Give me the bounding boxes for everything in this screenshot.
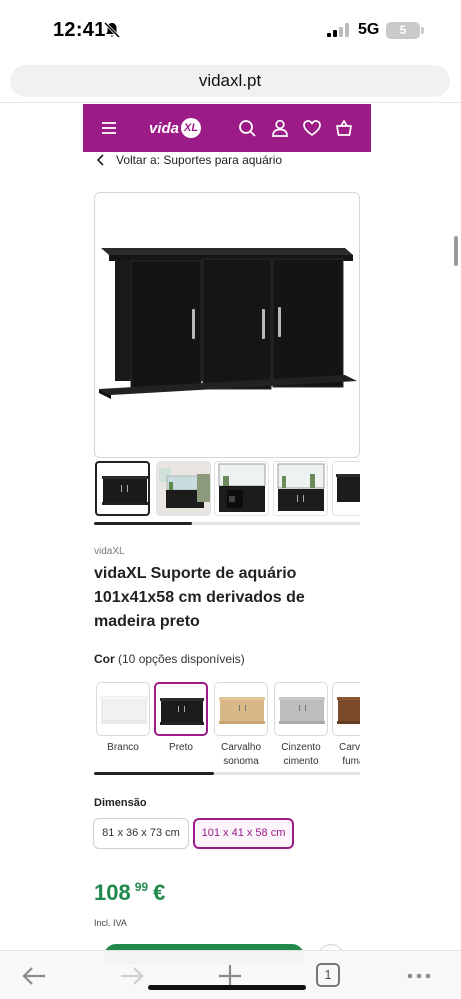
color-option-preto[interactable]: Preto bbox=[154, 682, 208, 755]
cart-basket-icon[interactable] bbox=[334, 118, 354, 138]
color-count: (10 opções disponíveis) bbox=[118, 652, 245, 666]
thumbnail-scroll-track[interactable] bbox=[94, 522, 360, 525]
color-swatch bbox=[154, 682, 208, 736]
dimension-option-81x36x73[interactable]: 81 x 36 x 73 cm bbox=[93, 818, 189, 849]
price: 108 99 € bbox=[94, 880, 165, 906]
back-link[interactable]: Voltar a: Suportes para aquário bbox=[96, 152, 282, 168]
product-title: vidaXL Suporte de aquário 101x41x58 cm d… bbox=[94, 565, 305, 630]
color-swatch bbox=[96, 682, 150, 736]
dimension-option-101x41x58[interactable]: 101 x 41 x 58 cm bbox=[193, 818, 294, 849]
price-currency: € bbox=[153, 880, 166, 905]
color-option-cinzento-cimento[interactable]: Cinzento cimento bbox=[274, 682, 328, 769]
color-swatch bbox=[332, 682, 360, 736]
search-icon[interactable] bbox=[237, 118, 257, 138]
color-swatch bbox=[274, 682, 328, 736]
wishlist-heart-icon[interactable] bbox=[302, 118, 322, 138]
vat-note: Incl. IVA bbox=[94, 918, 127, 928]
swatch-image bbox=[219, 697, 265, 724]
color-options: Branco Preto Carvalho sonoma Cinzento ci… bbox=[94, 682, 360, 772]
color-option-branco[interactable]: Branco bbox=[96, 682, 150, 755]
color-name: Carvalho sonoma bbox=[220, 742, 262, 767]
color-option-carvalho-fumado[interactable]: Carvalho fumado bbox=[332, 682, 360, 769]
vidaxl-logo[interactable]: vida XL bbox=[149, 116, 202, 140]
color-name: Carvalho fumado bbox=[338, 742, 360, 767]
menu-icon[interactable] bbox=[99, 118, 119, 138]
network-type: 5G bbox=[358, 21, 380, 38]
product-main-image[interactable] bbox=[94, 192, 360, 458]
swatch-image bbox=[279, 697, 325, 724]
thumbnail-5[interactable] bbox=[332, 461, 360, 516]
color-label-row: Cor (10 opções disponíveis) bbox=[94, 652, 245, 666]
tab-switcher-button[interactable]: 1 bbox=[316, 963, 340, 987]
signal-icon bbox=[327, 23, 349, 37]
address-bar[interactable]: vidaxl.pt bbox=[10, 65, 450, 97]
browser-toolbar: 1 bbox=[0, 950, 461, 999]
battery-tip bbox=[421, 27, 424, 34]
battery-icon: 5 bbox=[386, 22, 420, 39]
logo-text: vida bbox=[149, 119, 180, 137]
color-swatch bbox=[214, 682, 268, 736]
thumbnail-strip[interactable] bbox=[94, 461, 360, 517]
color-name: Cinzento cimento bbox=[281, 742, 321, 767]
thumbnail-2[interactable] bbox=[156, 461, 211, 516]
account-icon[interactable] bbox=[270, 118, 290, 138]
swatch-image bbox=[160, 698, 204, 725]
home-indicator[interactable] bbox=[148, 985, 306, 990]
thumbnail-image bbox=[336, 474, 360, 502]
thumbnail-image bbox=[157, 462, 210, 515]
color-option-carvalho-sonoma[interactable]: Carvalho sonoma bbox=[214, 682, 268, 769]
price-integer: 108 bbox=[94, 880, 131, 905]
swatch-image bbox=[337, 697, 360, 724]
color-name: Branco bbox=[107, 742, 139, 753]
thumbnail-scroll-indicator bbox=[94, 522, 193, 525]
product-brand[interactable]: vidaXL bbox=[94, 546, 125, 557]
forward-arrow-icon[interactable] bbox=[118, 963, 146, 989]
color-name: Preto bbox=[169, 742, 193, 753]
page-scrollbar[interactable] bbox=[454, 236, 458, 266]
aquarium-stand-image bbox=[99, 248, 357, 399]
back-link-label: Voltar a: Suportes para aquário bbox=[116, 153, 283, 167]
divider bbox=[0, 102, 461, 103]
dimension-label: Dimensão bbox=[94, 797, 147, 809]
status-bar: 12:41 5G 5 bbox=[0, 0, 461, 62]
muted-bell-icon bbox=[103, 21, 121, 39]
back-arrow-icon[interactable] bbox=[20, 963, 48, 989]
swatch-image bbox=[100, 696, 148, 724]
thumbnail-1[interactable] bbox=[95, 461, 150, 516]
price-decimals: 99 bbox=[134, 880, 149, 894]
chevron-left-icon bbox=[96, 154, 104, 166]
thumbnail-image bbox=[277, 463, 325, 511]
color-scroll-indicator bbox=[94, 772, 214, 775]
color-scroll-track[interactable] bbox=[94, 772, 360, 775]
site-header: vida XL bbox=[83, 104, 371, 152]
thumbnail-image bbox=[102, 476, 148, 505]
color-label: Cor bbox=[94, 652, 115, 666]
clock: 12:41 bbox=[53, 19, 106, 41]
thumbnail-image bbox=[218, 463, 266, 512]
logo-badge: XL bbox=[181, 118, 202, 138]
thumbnail-4[interactable] bbox=[273, 461, 328, 516]
more-dots-icon[interactable] bbox=[405, 963, 433, 989]
thumbnail-3[interactable] bbox=[214, 461, 269, 516]
